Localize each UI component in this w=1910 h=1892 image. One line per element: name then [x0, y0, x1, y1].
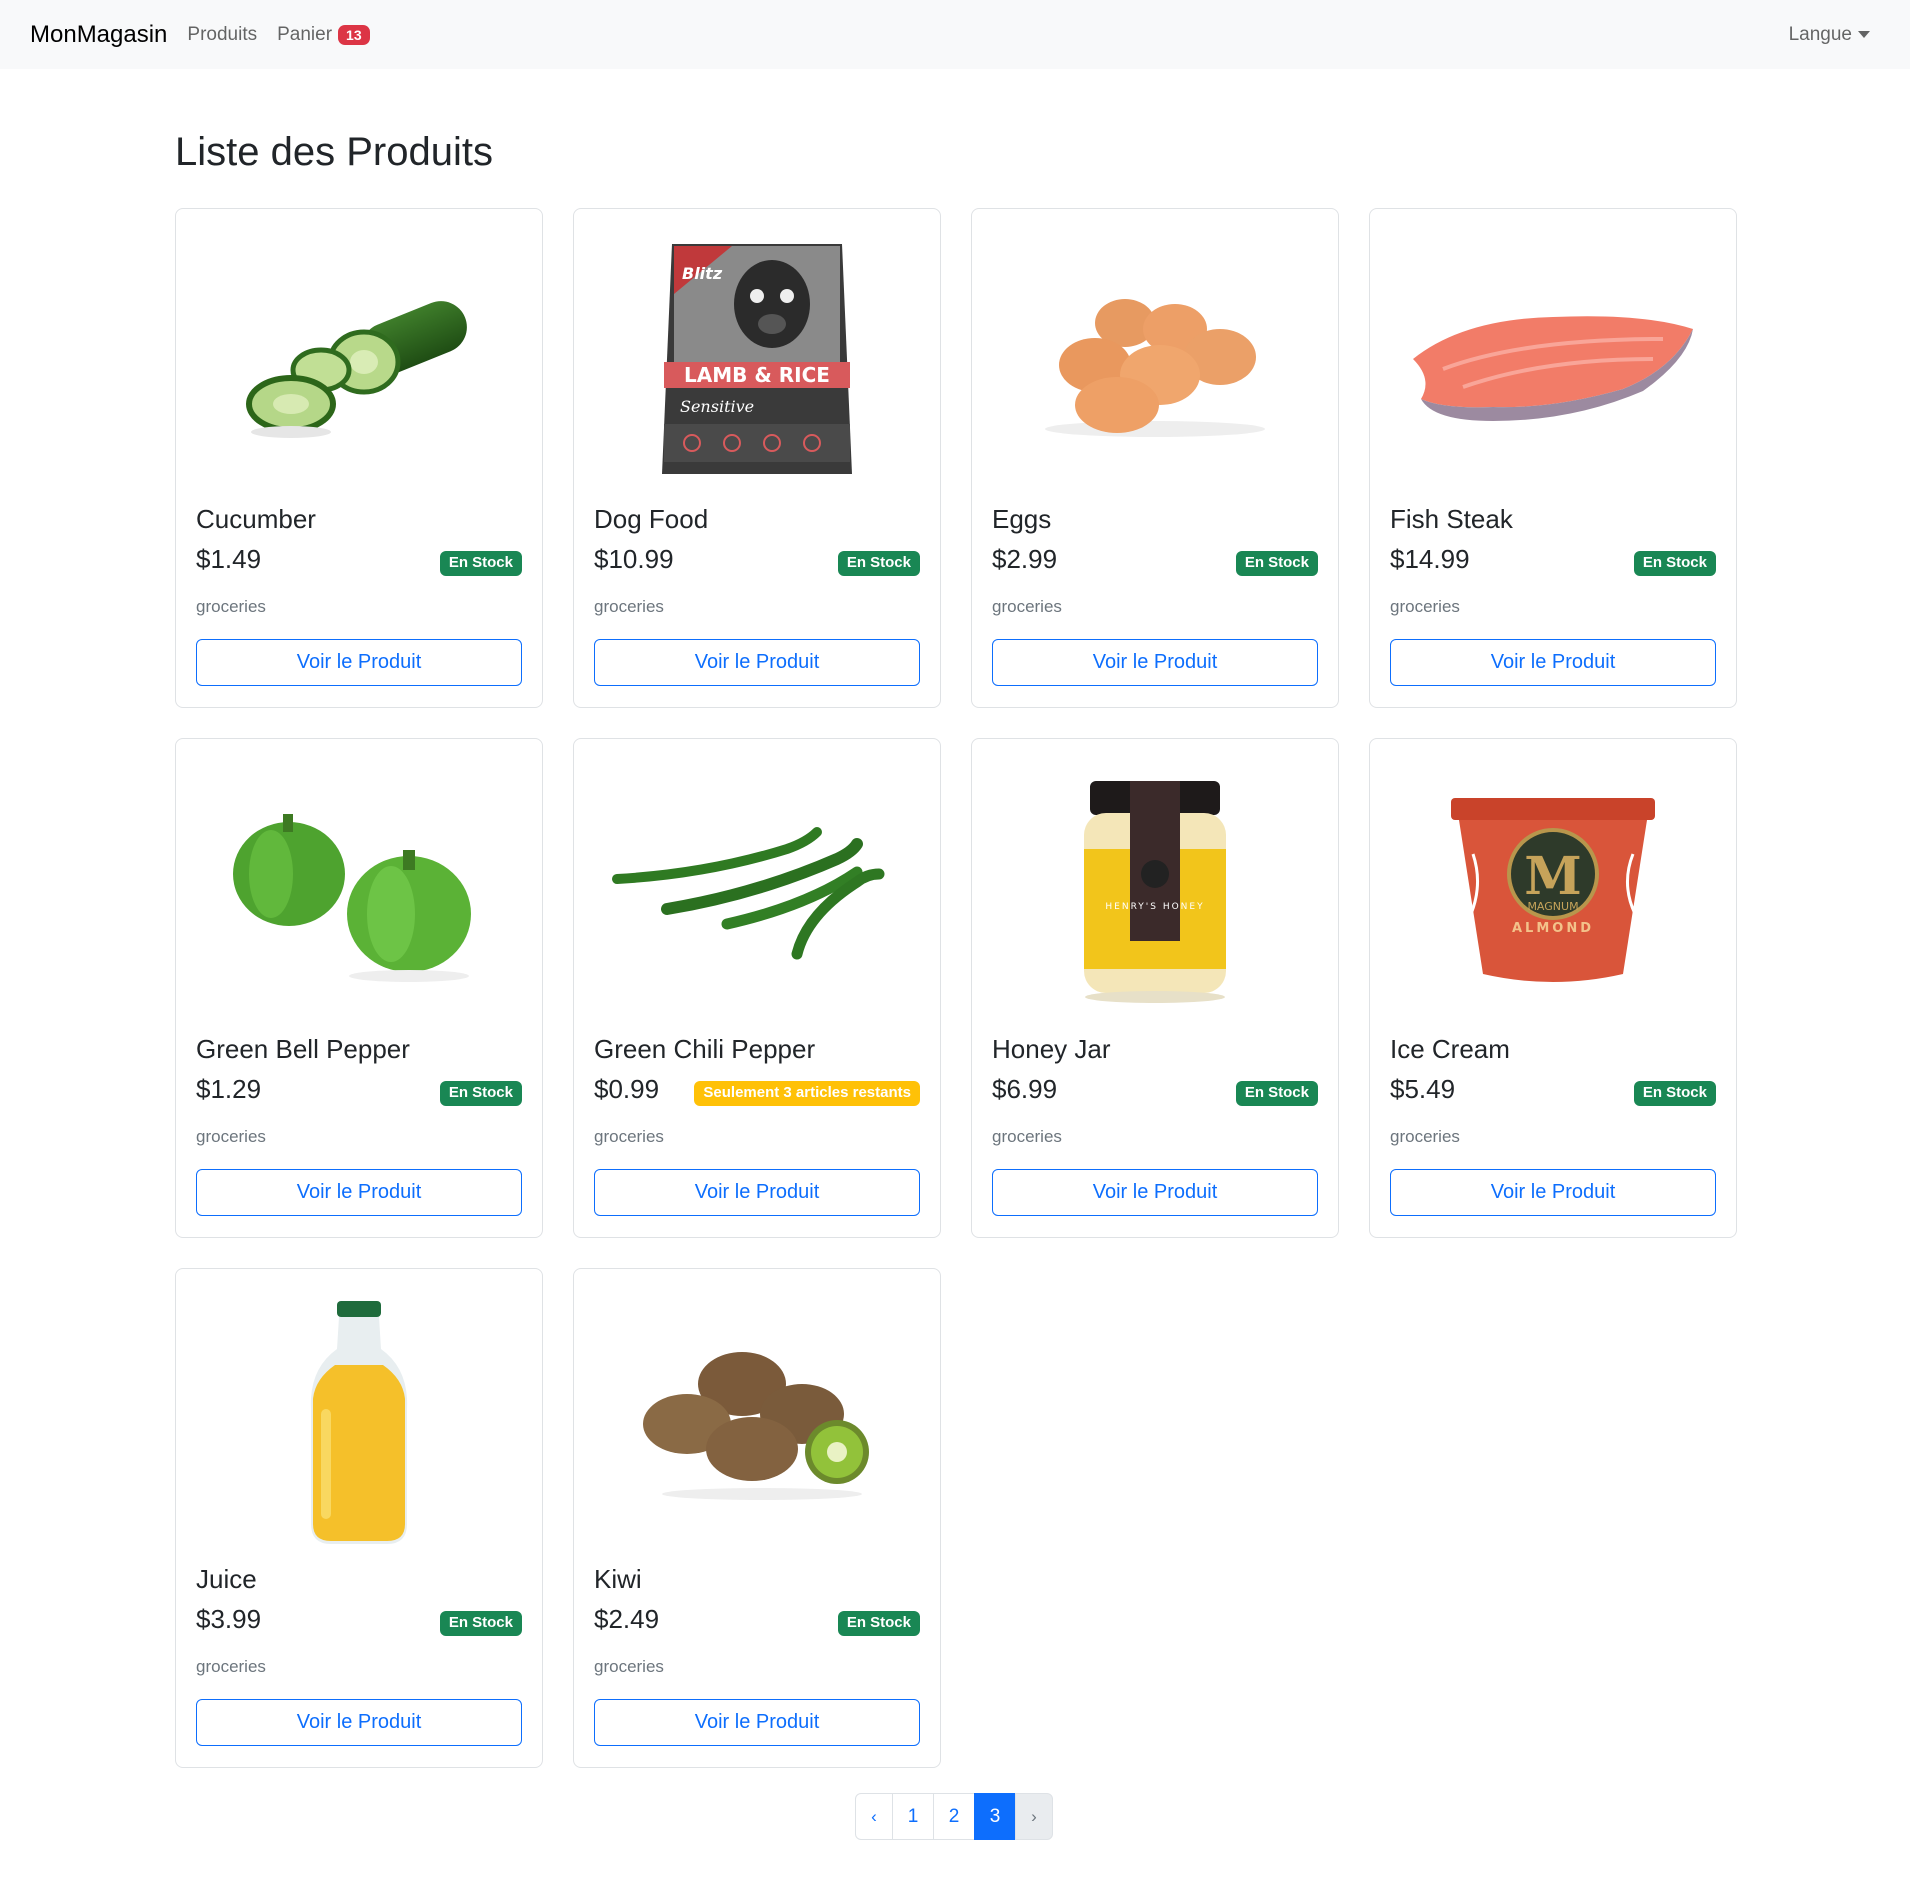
product-image[interactable] [1390, 229, 1716, 499]
product-category: groceries [196, 597, 266, 616]
pagination: ‹ 1 2 3 › [855, 1793, 1053, 1840]
product-category: groceries [1390, 1127, 1460, 1146]
product-image[interactable] [594, 759, 920, 1029]
svg-text:LAMB & RICE: LAMB & RICE [684, 363, 830, 387]
product-name: Fish Steak [1390, 504, 1513, 534]
pagination-page-3[interactable]: 3 [974, 1793, 1016, 1840]
product-category: groceries [594, 1127, 664, 1146]
product-category: groceries [196, 1127, 266, 1146]
svg-text:ALMOND: ALMOND [1512, 921, 1594, 936]
stock-badge: En Stock [837, 551, 920, 576]
cart-count-badge: 13 [338, 24, 370, 45]
stock-badge: En Stock [439, 1081, 522, 1106]
product-name: Honey Jar [992, 1034, 1111, 1064]
stock-badge: En Stock [439, 1611, 522, 1636]
product-name: Eggs [992, 504, 1052, 534]
product-price: $14.99 [1390, 544, 1470, 574]
product-name: Dog Food [594, 504, 709, 534]
svg-text:M: M [1524, 846, 1582, 907]
product-name: Kiwi [594, 1564, 642, 1594]
product-name: Juice [196, 1564, 257, 1594]
product-category: groceries [594, 597, 664, 616]
product-price: $1.49 [196, 544, 262, 574]
product-image[interactable] [196, 1289, 522, 1559]
view-product-button[interactable]: Voir le Produit [594, 1699, 920, 1746]
product-card: Eggs $2.99 En Stock groceries Voir le Pr… [971, 208, 1339, 708]
view-product-button[interactable]: Voir le Produit [992, 639, 1318, 686]
product-price: $3.99 [196, 1604, 262, 1634]
product-category: groceries [196, 1657, 266, 1676]
view-product-button[interactable]: Voir le Produit [196, 639, 522, 686]
stock-badge: En Stock [1235, 1081, 1318, 1106]
product-card: HENRY'S HONEY Honey Jar $6.99 En Stock g… [971, 738, 1339, 1238]
product-category: groceries [594, 1657, 664, 1676]
product-category: groceries [1390, 597, 1460, 616]
product-category: groceries [992, 597, 1062, 616]
stock-badge: En Stock [1633, 551, 1716, 576]
product-category: groceries [992, 1127, 1062, 1146]
product-price: $0.99 [594, 1074, 660, 1104]
top-navbar: MonMagasin Produits Panier 13 Langue [0, 0, 1910, 69]
product-card: Fish Steak $14.99 En Stock groceries Voi… [1369, 208, 1737, 708]
stock-badge: En Stock [439, 551, 522, 576]
view-product-button[interactable]: Voir le Produit [1390, 639, 1716, 686]
nav-cart-link[interactable]: Panier 13 [277, 24, 370, 46]
svg-text:Sensitive: Sensitive [680, 397, 754, 416]
product-name: Ice Cream [1390, 1034, 1510, 1064]
pagination-next[interactable]: › [1015, 1793, 1053, 1840]
stock-badge: Seulement 3 articles restants [694, 1081, 920, 1106]
pagination-prev[interactable]: ‹ [855, 1793, 893, 1840]
stock-badge: En Stock [837, 1611, 920, 1636]
view-product-button[interactable]: Voir le Produit [992, 1169, 1318, 1216]
view-product-button[interactable]: Voir le Produit [594, 1169, 920, 1216]
nav-products-link[interactable]: Produits [187, 24, 257, 46]
language-label: Langue [1788, 23, 1852, 45]
product-name: Cucumber [196, 504, 316, 534]
product-image[interactable] [992, 229, 1318, 499]
product-card: Juice $3.99 En Stock groceries Voir le P… [175, 1268, 543, 1768]
pagination-page-1[interactable]: 1 [892, 1793, 934, 1840]
product-image[interactable] [594, 1289, 920, 1559]
stock-badge: En Stock [1633, 1081, 1716, 1106]
product-card: M MAGNUM ALMOND Ice Cream $5.49 En Stock… [1369, 738, 1737, 1238]
product-name: Green Bell Pepper [196, 1034, 410, 1064]
page-title: Liste des Produits [175, 130, 493, 174]
svg-text:MAGNUM: MAGNUM [1527, 900, 1578, 913]
product-price: $5.49 [1390, 1074, 1456, 1104]
view-product-button[interactable]: Voir le Produit [594, 639, 920, 686]
view-product-button[interactable]: Voir le Produit [196, 1699, 522, 1746]
product-price: $2.49 [594, 1604, 660, 1634]
product-image[interactable] [196, 229, 522, 499]
product-price: $2.99 [992, 544, 1058, 574]
product-image[interactable]: HENRY'S HONEY [992, 759, 1318, 1029]
product-image[interactable] [196, 759, 522, 1029]
product-name: Green Chili Pepper [594, 1034, 816, 1064]
view-product-button[interactable]: Voir le Produit [196, 1169, 522, 1216]
product-card: Blitz LAMB & RICE Sensitive Dog Food $10… [573, 208, 941, 708]
stock-badge: En Stock [1235, 551, 1318, 576]
product-image[interactable]: M MAGNUM ALMOND [1390, 759, 1716, 1029]
pagination-page-2[interactable]: 2 [933, 1793, 975, 1840]
product-price: $6.99 [992, 1074, 1058, 1104]
svg-text:Blitz: Blitz [682, 264, 723, 283]
caret-down-icon [1858, 31, 1870, 38]
product-price: $10.99 [594, 544, 674, 574]
product-card: Cucumber $1.49 En Stock groceries Voir l… [175, 208, 543, 708]
product-card: Kiwi $2.49 En Stock groceries Voir le Pr… [573, 1268, 941, 1768]
language-dropdown[interactable]: Langue [1789, 0, 1870, 69]
product-price: $1.29 [196, 1074, 262, 1104]
brand-link[interactable]: MonMagasin [30, 21, 167, 49]
svg-text:HENRY'S HONEY: HENRY'S HONEY [1105, 902, 1204, 912]
product-card: Green Bell Pepper $1.29 En Stock groceri… [175, 738, 543, 1238]
product-card: Green Chili Pepper $0.99 Seulement 3 art… [573, 738, 941, 1238]
nav-cart-label: Panier [277, 23, 333, 45]
product-image[interactable]: Blitz LAMB & RICE Sensitive [594, 229, 920, 499]
view-product-button[interactable]: Voir le Produit [1390, 1169, 1716, 1216]
